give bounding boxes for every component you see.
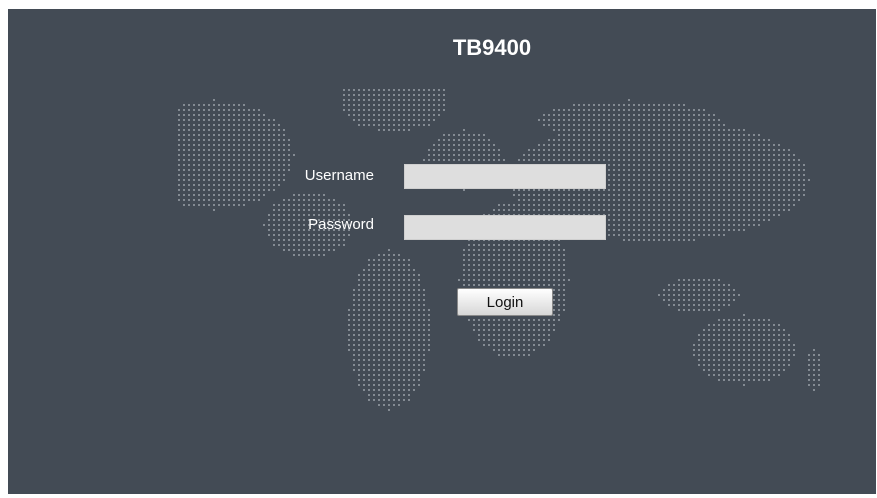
app-title: TB9400	[452, 35, 532, 60]
login-button[interactable]: Login	[457, 288, 553, 316]
login-page: TB9400 Username Password Login	[8, 9, 876, 494]
world-map-dots-icon	[178, 89, 820, 411]
username-field[interactable]	[404, 164, 606, 189]
username-label: Username	[304, 167, 374, 184]
password-label: Password	[308, 216, 374, 233]
password-field[interactable]	[404, 215, 606, 240]
